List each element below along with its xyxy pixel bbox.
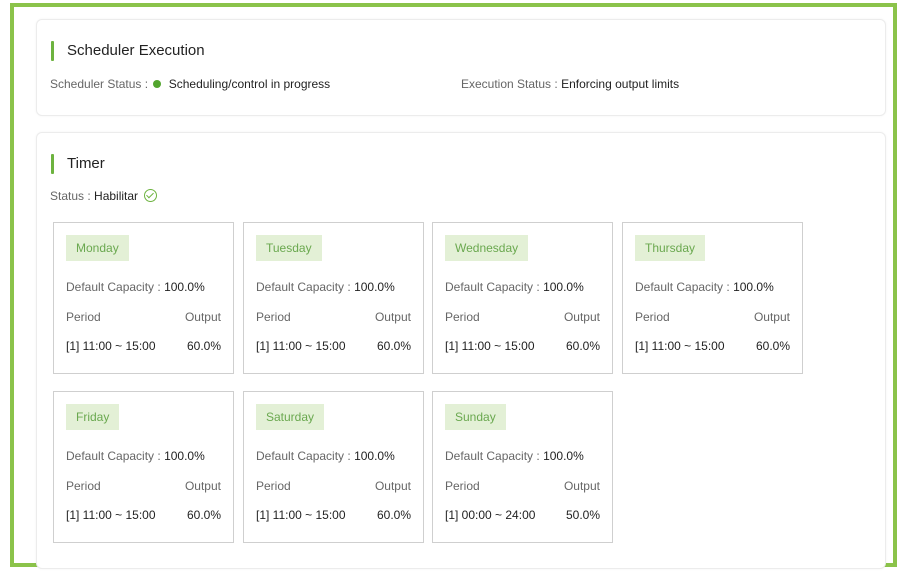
period-value: [1] 11:00 ~ 15:00 bbox=[445, 339, 535, 353]
capacity-value: 100.0% bbox=[164, 449, 205, 463]
period-header: Period bbox=[256, 310, 291, 324]
output-header: Output bbox=[184, 310, 221, 324]
default-capacity: Default Capacity : 100.0% bbox=[445, 449, 584, 463]
output-value: 60.0% bbox=[376, 508, 411, 522]
output-value: 60.0% bbox=[186, 339, 221, 353]
output-value: 60.0% bbox=[186, 508, 221, 522]
period-value: [1] 00:00 ~ 24:00 bbox=[445, 508, 536, 522]
capacity-label: Default Capacity : bbox=[256, 280, 351, 294]
period-header: Period bbox=[66, 310, 101, 324]
output-value: 50.0% bbox=[565, 508, 600, 522]
timer-status-label: Status : bbox=[50, 189, 91, 203]
day-name: Thursday bbox=[645, 241, 696, 255]
day-card-friday: Friday Default Capacity : 100.0% Period … bbox=[53, 391, 234, 543]
capacity-label: Default Capacity : bbox=[635, 280, 730, 294]
scheduler-status-label: Scheduler Status : bbox=[50, 77, 149, 91]
scheduler-status: Scheduler Status : Scheduling/control in… bbox=[50, 77, 330, 91]
period-value: [1] 11:00 ~ 15:00 bbox=[66, 339, 156, 353]
scheduler-execution-title: Scheduler Execution bbox=[51, 41, 205, 61]
window-frame: Scheduler Execution Scheduler Status : S… bbox=[10, 3, 897, 569]
capacity-label: Default Capacity : bbox=[66, 449, 161, 463]
timer-status: Status : Habilitar bbox=[50, 189, 158, 203]
capacity-value: 100.0% bbox=[543, 449, 584, 463]
timer-panel: Timer Status : Habilitar Monday Default … bbox=[36, 132, 886, 569]
period-value: [1] 11:00 ~ 15:00 bbox=[256, 508, 346, 522]
day-card-thursday: Thursday Default Capacity : 100.0% Perio… bbox=[622, 222, 803, 374]
day-card-sunday: Sunday Default Capacity : 100.0% Period … bbox=[432, 391, 613, 543]
day-card-saturday: Saturday Default Capacity : 100.0% Perio… bbox=[243, 391, 424, 543]
output-value: 60.0% bbox=[565, 339, 600, 353]
day-tag: Friday bbox=[66, 404, 120, 430]
capacity-label: Default Capacity : bbox=[256, 449, 351, 463]
scheduler-execution-panel: Scheduler Execution Scheduler Status : S… bbox=[36, 19, 886, 116]
default-capacity: Default Capacity : 100.0% bbox=[635, 280, 774, 294]
period-header: Period bbox=[635, 310, 670, 324]
check-circle-icon bbox=[144, 189, 158, 202]
output-header: Output bbox=[374, 479, 411, 493]
day-card-tuesday: Tuesday Default Capacity : 100.0% Period… bbox=[243, 222, 424, 374]
period-header: Period bbox=[445, 310, 480, 324]
timer-status-value: Habilitar bbox=[94, 189, 139, 203]
day-name: Monday bbox=[76, 241, 119, 255]
execution-status-label: Execution Status : bbox=[461, 77, 558, 91]
period-value: [1] 11:00 ~ 15:00 bbox=[635, 339, 725, 353]
default-capacity: Default Capacity : 100.0% bbox=[256, 280, 395, 294]
day-tag: Sunday bbox=[445, 404, 506, 430]
capacity-label: Default Capacity : bbox=[445, 449, 540, 463]
day-name: Tuesday bbox=[266, 241, 312, 255]
capacity-value: 100.0% bbox=[733, 280, 774, 294]
default-capacity: Default Capacity : 100.0% bbox=[66, 449, 205, 463]
period-header: Period bbox=[66, 479, 101, 493]
day-card-monday: Monday Default Capacity : 100.0% Period … bbox=[53, 222, 234, 374]
scheduler-status-value: Scheduling/control in progress bbox=[168, 77, 331, 91]
capacity-value: 100.0% bbox=[543, 280, 584, 294]
day-tag: Thursday bbox=[635, 235, 706, 261]
output-header: Output bbox=[563, 310, 600, 324]
output-header: Output bbox=[184, 479, 221, 493]
day-name: Friday bbox=[76, 410, 110, 424]
period-value: [1] 11:00 ~ 15:00 bbox=[256, 339, 346, 353]
day-tag: Monday bbox=[66, 235, 129, 261]
timer-title: Timer bbox=[51, 154, 105, 174]
period-value: [1] 11:00 ~ 15:00 bbox=[66, 508, 156, 522]
day-tag: Wednesday bbox=[445, 235, 529, 261]
default-capacity: Default Capacity : 100.0% bbox=[445, 280, 584, 294]
capacity-value: 100.0% bbox=[354, 280, 395, 294]
day-name: Sunday bbox=[455, 410, 496, 424]
output-value: 60.0% bbox=[755, 339, 790, 353]
day-name: Wednesday bbox=[455, 241, 519, 255]
status-dot-icon bbox=[153, 80, 162, 88]
period-header: Period bbox=[445, 479, 480, 493]
day-tag: Tuesday bbox=[256, 235, 322, 261]
day-name: Saturday bbox=[266, 410, 315, 424]
output-header: Output bbox=[753, 310, 790, 324]
capacity-label: Default Capacity : bbox=[445, 280, 540, 294]
output-header: Output bbox=[563, 479, 600, 493]
output-value: 60.0% bbox=[376, 339, 411, 353]
period-header: Period bbox=[256, 479, 291, 493]
capacity-label: Default Capacity : bbox=[66, 280, 161, 294]
execution-status-value: Enforcing output limits bbox=[561, 77, 680, 91]
output-header: Output bbox=[374, 310, 411, 324]
capacity-value: 100.0% bbox=[354, 449, 395, 463]
day-card-wednesday: Wednesday Default Capacity : 100.0% Peri… bbox=[432, 222, 613, 374]
default-capacity: Default Capacity : 100.0% bbox=[66, 280, 205, 294]
execution-status: Execution Status : Enforcing output limi… bbox=[461, 77, 679, 91]
capacity-value: 100.0% bbox=[164, 280, 205, 294]
default-capacity: Default Capacity : 100.0% bbox=[256, 449, 395, 463]
day-tag: Saturday bbox=[256, 404, 325, 430]
